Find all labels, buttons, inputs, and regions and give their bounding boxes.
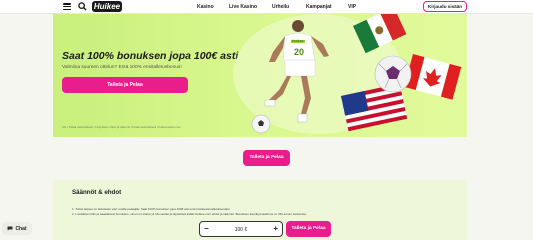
chat-bubble-icon — [7, 226, 13, 231]
amount-value[interactable]: 100 € — [220, 227, 262, 233]
rules-line-1: 1. Tämä tarjous on tarkoitettu vain uusi… — [72, 207, 231, 211]
nav-item-urheilu[interactable]: Urheilu — [272, 4, 289, 10]
hero-banner: Saat 100% bonuksen jopa 100€ asti Valmii… — [53, 14, 467, 137]
hero-football-illustration: Huikee 20 — [233, 14, 462, 134]
nav-item-kampanjat[interactable]: Kampanjat — [306, 4, 332, 10]
jersey-number-text: 20 — [294, 47, 304, 57]
chat-button[interactable]: Chat — [2, 222, 32, 235]
football-small-icon — [251, 114, 271, 134]
chat-label: Chat — [15, 225, 27, 232]
huikee-logo[interactable]: Huikee — [92, 1, 122, 12]
hamburger-menu-icon[interactable] — [63, 3, 71, 10]
nav-item-kasino[interactable]: Kasino — [197, 4, 214, 10]
hero-subtitle: Valmiina suureen ottelun? Entä 100% ensi… — [62, 65, 182, 70]
hero-deposit-button[interactable]: Talleta ja Pelaa — [62, 77, 188, 93]
login-button[interactable]: Kirjaudu sisään — [423, 1, 467, 12]
decrease-amount-button[interactable]: − — [204, 224, 209, 233]
canada-flag-icon — [404, 54, 462, 100]
jersey-brand-text: Huikee — [292, 39, 304, 43]
rules-title: Säännöt & ehdot — [72, 189, 122, 196]
bottom-deposit-button[interactable]: Talleta ja Pelaa — [286, 221, 331, 237]
football-large-icon — [374, 55, 412, 93]
amount-stepper[interactable]: − 100 € + — [199, 221, 283, 237]
top-navigation-bar: Huikee Kasino Live Kasino Urheilu Kampan… — [0, 0, 533, 14]
hero-title: Saat 100% bonuksen jopa 100€ asti — [62, 50, 239, 62]
increase-amount-button[interactable]: + — [273, 224, 278, 233]
middle-deposit-button[interactable]: Talleta ja Pelaa — [243, 150, 290, 166]
hero-terms-text: 18+ | Pelaa vastuullisesti | Tarjouksen … — [62, 125, 181, 129]
nav-item-live-kasino[interactable]: Live Kasino — [229, 4, 257, 10]
search-icon[interactable] — [78, 2, 87, 11]
nav-item-vip[interactable]: VIP — [348, 4, 356, 10]
